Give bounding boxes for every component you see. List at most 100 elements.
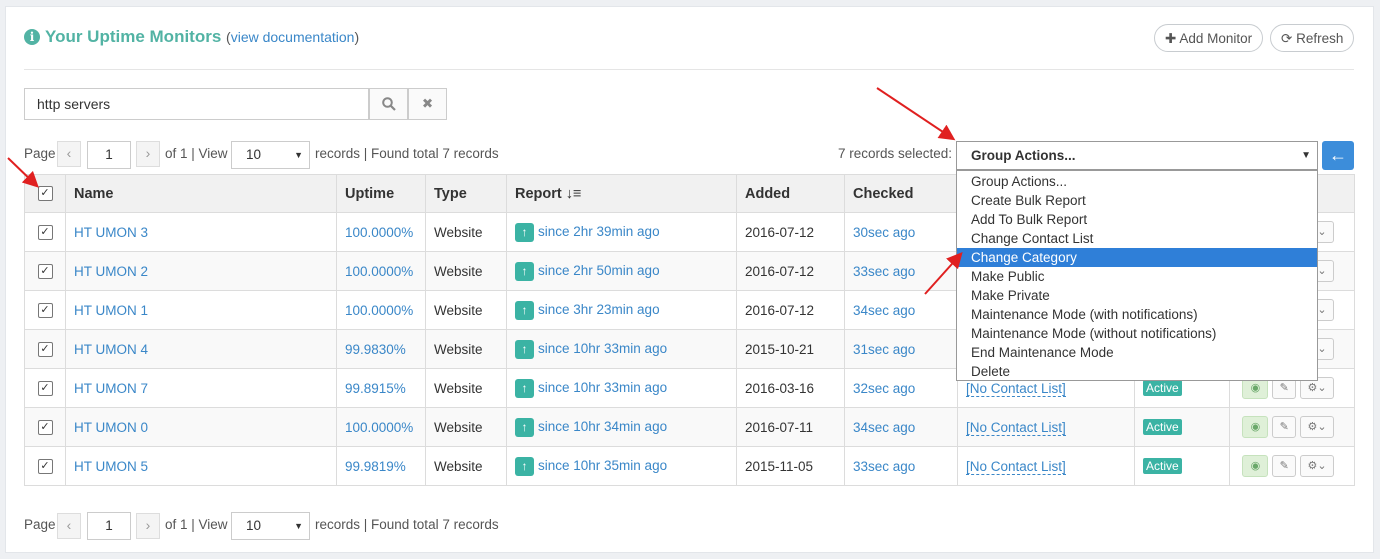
monitor-type: Website: [425, 290, 507, 330]
monitor-name-link[interactable]: HT UMON 1: [74, 303, 148, 318]
records-per-page-select[interactable]: 10 ▼: [231, 141, 310, 169]
records-per-page-select-bottom[interactable]: 10 ▼: [231, 512, 310, 540]
checked-link[interactable]: 33sec ago: [853, 264, 915, 279]
row-checkbox[interactable]: ✓: [37, 263, 53, 279]
group-action-option[interactable]: Delete: [957, 362, 1317, 381]
next-page-button[interactable]: ›: [136, 141, 160, 167]
row-checkbox[interactable]: ✓: [37, 419, 53, 435]
group-action-option[interactable]: End Maintenance Mode: [957, 343, 1317, 362]
group-action-option[interactable]: Maintenance Mode (with notifications): [957, 305, 1317, 324]
checked-link[interactable]: 32sec ago: [853, 381, 915, 396]
report-link[interactable]: since 10hr 34min ago: [538, 419, 667, 434]
view-button[interactable]: ◉: [1242, 455, 1269, 477]
group-action-option[interactable]: Group Actions...: [957, 172, 1317, 191]
column-header-added[interactable]: Added: [736, 174, 845, 213]
column-header-checked[interactable]: Checked: [844, 174, 958, 213]
group-action-option[interactable]: Make Private: [957, 286, 1317, 305]
monitor-name-link[interactable]: HT UMON 2: [74, 264, 148, 279]
added-date: 2016-07-11: [736, 407, 845, 447]
row-checkbox[interactable]: ✓: [37, 302, 53, 318]
arrow-up-icon: ↑: [515, 339, 534, 359]
page-title: i Your Uptime Monitors (view documentatio…: [24, 27, 359, 47]
uptime-link[interactable]: 99.9819%: [345, 459, 406, 474]
report-link[interactable]: since 10hr 33min ago: [538, 380, 667, 395]
group-action-option[interactable]: Add To Bulk Report: [957, 210, 1317, 229]
contact-list-link[interactable]: [No Contact List]: [966, 419, 1066, 436]
edit-button[interactable]: ✎: [1272, 455, 1297, 477]
settings-dropdown-button[interactable]: ⚙⌄: [1300, 416, 1334, 438]
uptime-link[interactable]: 100.0000%: [345, 264, 413, 279]
report-link[interactable]: since 2hr 50min ago: [538, 263, 660, 278]
arrow-left-icon: ←: [1329, 145, 1347, 165]
report-link[interactable]: since 10hr 33min ago: [538, 341, 667, 356]
monitor-name-link[interactable]: HT UMON 4: [74, 342, 148, 357]
checked-link[interactable]: 33sec ago: [853, 459, 915, 474]
settings-dropdown-button[interactable]: ⚙⌄: [1300, 455, 1334, 477]
view-button[interactable]: ◉: [1242, 416, 1269, 438]
added-date: 2016-07-12: [736, 212, 845, 252]
uptime-link[interactable]: 99.9830%: [345, 342, 406, 357]
column-header-report[interactable]: Report ↓≡: [506, 174, 737, 213]
refresh-button[interactable]: ⟳ Refresh: [1270, 24, 1355, 52]
chevron-down-icon: ⌄: [1317, 226, 1327, 238]
records-found-text: records | Found total 7 records: [315, 146, 499, 161]
select-all-checkbox[interactable]: ✓: [37, 186, 53, 202]
arrow-up-icon: ↑: [515, 261, 534, 281]
uptime-link[interactable]: 100.0000%: [345, 420, 413, 435]
header-divider: [24, 69, 1354, 70]
uptime-link[interactable]: 99.8915%: [345, 381, 406, 396]
row-checkbox[interactable]: ✓: [37, 380, 53, 396]
page-number-input-bottom[interactable]: 1: [87, 512, 131, 540]
caret-down-icon: ▼: [294, 521, 303, 531]
group-action-option[interactable]: Make Public: [957, 267, 1317, 286]
next-page-button-bottom[interactable]: ›: [136, 513, 160, 539]
chevron-down-icon: ⌄: [1317, 421, 1327, 433]
group-action-option[interactable]: Change Contact List: [957, 229, 1317, 248]
monitor-type: Website: [425, 407, 507, 447]
contact-list-link[interactable]: [No Contact List]: [966, 458, 1066, 475]
report-link[interactable]: since 3hr 23min ago: [538, 302, 660, 317]
page-number-input[interactable]: 1: [87, 141, 131, 169]
contact-list-link[interactable]: [No Contact List]: [966, 380, 1066, 397]
apply-group-action-button[interactable]: ←: [1322, 141, 1354, 170]
info-circle-icon: i: [24, 29, 40, 45]
report-link[interactable]: since 10hr 35min ago: [538, 458, 667, 473]
group-action-option[interactable]: Change Category: [957, 248, 1317, 267]
checked-link[interactable]: 30sec ago: [853, 225, 915, 240]
monitor-name-link[interactable]: HT UMON 3: [74, 225, 148, 240]
uptime-link[interactable]: 100.0000%: [345, 303, 413, 318]
view-documentation-link[interactable]: view documentation: [231, 29, 355, 45]
clear-search-button[interactable]: ✖: [408, 88, 447, 120]
group-action-option[interactable]: Maintenance Mode (without notifications): [957, 324, 1317, 343]
checked-link[interactable]: 34sec ago: [853, 420, 915, 435]
prev-page-button[interactable]: ‹: [57, 141, 81, 167]
checked-link[interactable]: 31sec ago: [853, 342, 915, 357]
row-checkbox[interactable]: ✓: [37, 458, 53, 474]
search-input[interactable]: http servers: [24, 88, 369, 120]
gear-icon: ⚙: [1307, 382, 1318, 394]
row-checkbox[interactable]: ✓: [37, 341, 53, 357]
arrow-up-icon: ↑: [515, 300, 534, 320]
column-header-uptime[interactable]: Uptime: [336, 174, 426, 213]
chevron-down-icon: ⌄: [1317, 460, 1327, 472]
monitor-name-link[interactable]: HT UMON 0: [74, 420, 148, 435]
group-actions-select[interactable]: Group Actions... ▼: [956, 141, 1318, 170]
added-date: 2016-03-16: [736, 368, 845, 408]
eye-icon: ◉: [1250, 382, 1261, 394]
search-button[interactable]: [369, 88, 408, 120]
report-link[interactable]: since 2hr 39min ago: [538, 224, 660, 239]
pager-of-text: of 1 | View: [165, 146, 228, 161]
checked-link[interactable]: 34sec ago: [853, 303, 915, 318]
group-action-option[interactable]: Create Bulk Report: [957, 191, 1317, 210]
monitor-type: Website: [425, 446, 507, 486]
add-monitor-button[interactable]: ✚ Add Monitor: [1154, 24, 1264, 52]
column-header-type[interactable]: Type: [425, 174, 507, 213]
column-header-name[interactable]: Name: [65, 174, 337, 213]
monitor-type: Website: [425, 368, 507, 408]
monitor-name-link[interactable]: HT UMON 5: [74, 459, 148, 474]
edit-button[interactable]: ✎: [1272, 416, 1297, 438]
monitor-name-link[interactable]: HT UMON 7: [74, 381, 148, 396]
prev-page-button-bottom[interactable]: ‹: [57, 513, 81, 539]
uptime-link[interactable]: 100.0000%: [345, 225, 413, 240]
row-checkbox[interactable]: ✓: [37, 224, 53, 240]
